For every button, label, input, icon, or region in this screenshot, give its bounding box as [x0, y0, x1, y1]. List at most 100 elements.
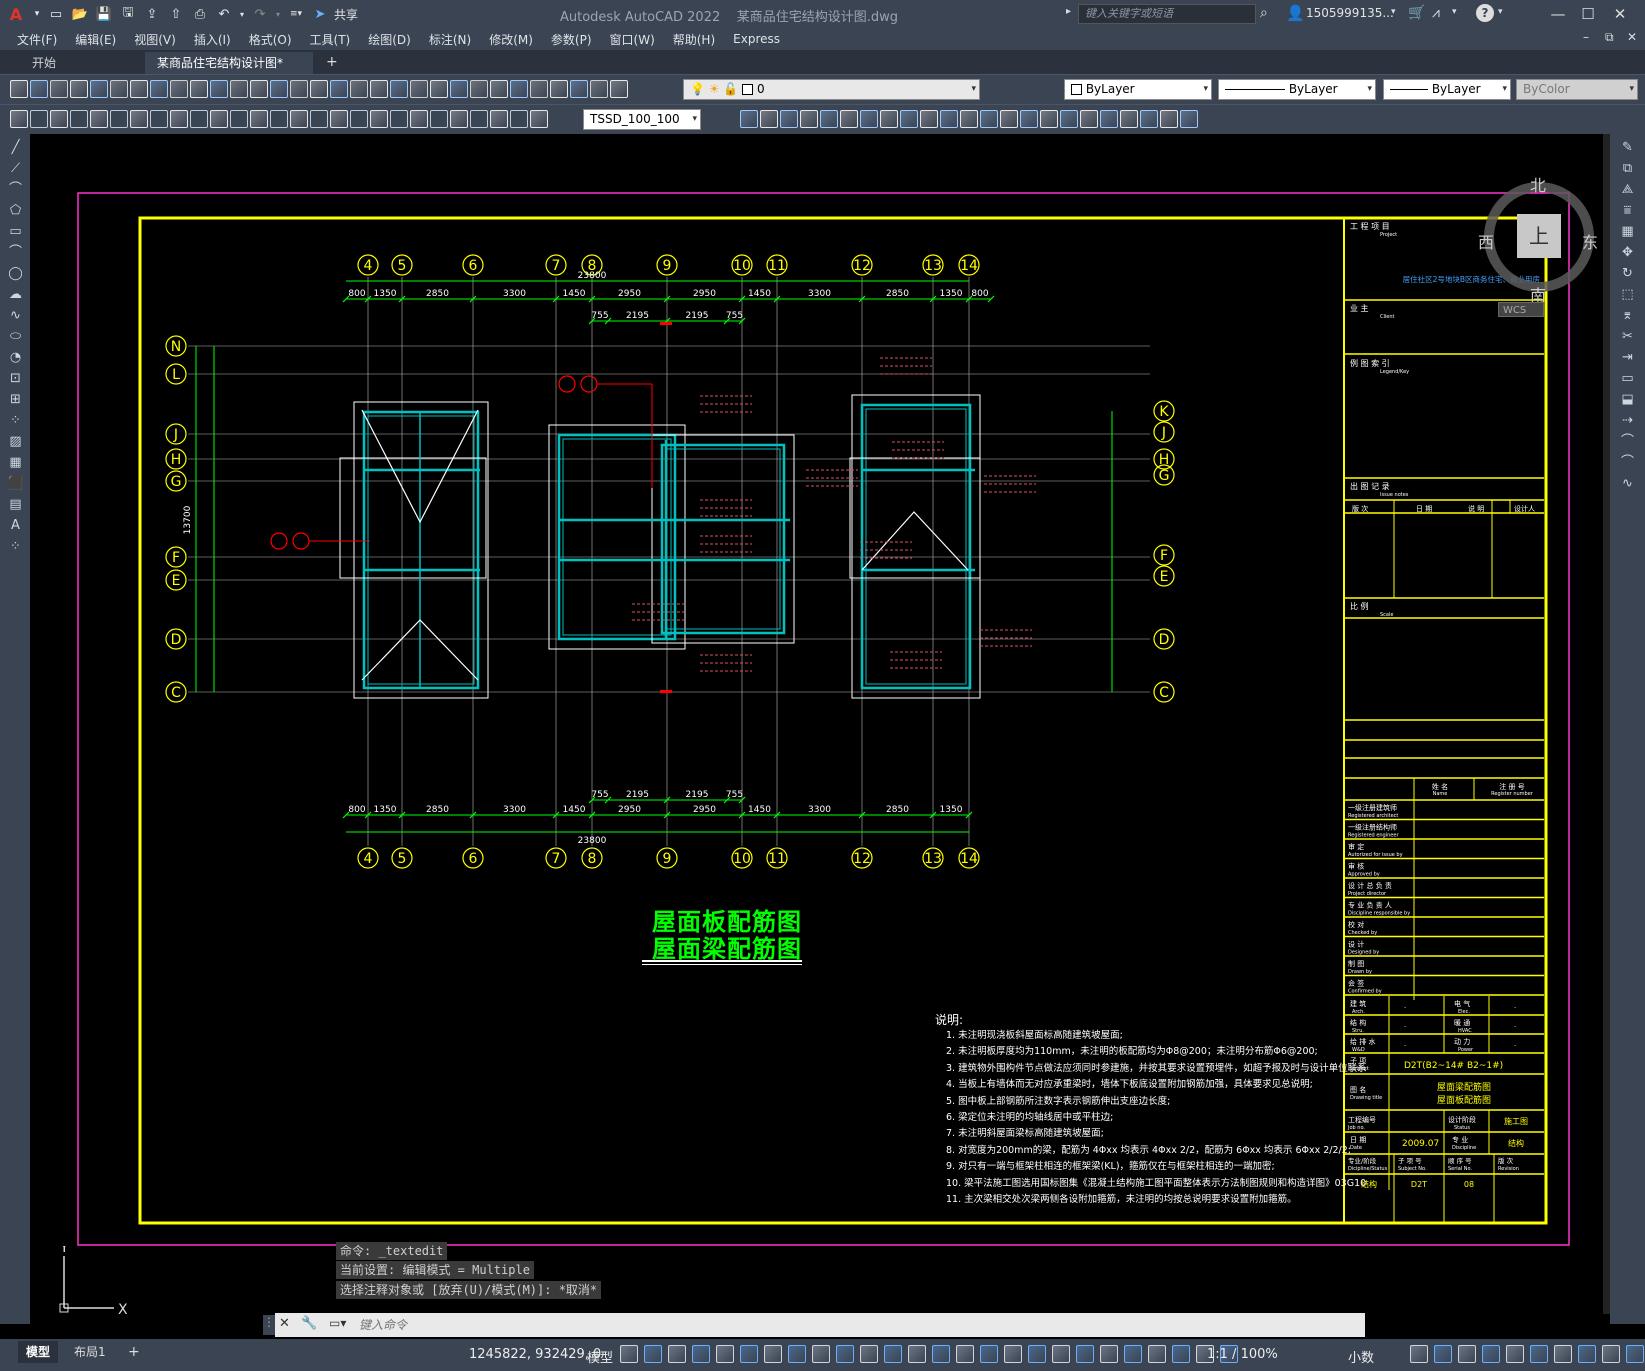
wcs-button[interactable]: WCS: [1498, 302, 1544, 317]
help-icon[interactable]: ?: [1476, 4, 1494, 22]
dimension-tool-icon[interactable]: [490, 110, 508, 128]
status-tool-icon[interactable]: [740, 1345, 758, 1363]
standard-tool-icon[interactable]: [470, 80, 488, 98]
tab-model[interactable]: 模型: [18, 1341, 59, 1363]
status-tool-icon[interactable]: [860, 1345, 878, 1363]
dimension-tool-icon[interactable]: [110, 110, 128, 128]
dimension-tool-icon[interactable]: [70, 110, 88, 128]
customize-qa-icon[interactable]: ≡▾: [286, 5, 306, 23]
modify-tool-icon[interactable]: [1080, 110, 1098, 128]
standard-tool-icon[interactable]: [410, 80, 428, 98]
draw-tool-icon[interactable]: ⬠: [7, 203, 24, 219]
status-tool-icon[interactable]: [620, 1345, 638, 1363]
doc-restore-icon[interactable]: ⧉: [1605, 30, 1614, 45]
dimension-tool-icon[interactable]: [330, 110, 348, 128]
status-tool-icon[interactable]: [1028, 1345, 1046, 1363]
menu-parametric[interactable]: 参数(P): [551, 31, 592, 48]
status-tool-icon[interactable]: [1506, 1345, 1524, 1363]
standard-tool-icon[interactable]: [590, 80, 608, 98]
modify-tool-icon[interactable]: [840, 110, 858, 128]
menu-express[interactable]: Express: [733, 32, 780, 46]
modify-tool-icon[interactable]: [1040, 110, 1058, 128]
coordinates-readout[interactable]: 1245822, 932429, 0: [469, 1347, 601, 1362]
status-tool-icon[interactable]: [1052, 1345, 1070, 1363]
publish-icon[interactable]: ⇧: [166, 5, 186, 23]
vertical-scrollbar[interactable]: [1603, 134, 1610, 1314]
status-tool-icon[interactable]: [1172, 1345, 1190, 1363]
standard-tool-icon[interactable]: [90, 80, 108, 98]
new-tab-button[interactable]: +: [326, 54, 338, 70]
dimension-tool-icon[interactable]: [90, 110, 108, 128]
redo-icon[interactable]: ↷: [250, 5, 270, 23]
dimension-tool-icon[interactable]: [230, 110, 248, 128]
status-tool-icon[interactable]: [956, 1345, 974, 1363]
modify-tool-icon[interactable]: [1160, 110, 1178, 128]
undo-icon[interactable]: ↶: [214, 5, 234, 23]
standard-tool-icon[interactable]: [570, 80, 588, 98]
menu-format[interactable]: 格式(O): [249, 31, 292, 48]
draw-tool-icon[interactable]: ▭: [7, 224, 24, 240]
linetype-combo[interactable]: ByLayer ▾: [1218, 79, 1376, 100]
modify-tool-icon[interactable]: [740, 110, 758, 128]
modify-tool-icon[interactable]: [1140, 110, 1158, 128]
status-tool-icon[interactable]: [884, 1345, 902, 1363]
modify-tool-icon[interactable]: ⧉: [1619, 161, 1636, 177]
status-tool-icon[interactable]: [1626, 1345, 1644, 1363]
draw-tool-icon[interactable]: ╱: [7, 140, 24, 156]
standard-tool-icon[interactable]: [330, 80, 348, 98]
dimension-tool-icon[interactable]: [430, 110, 448, 128]
dimension-tool-icon[interactable]: [270, 110, 288, 128]
menu-file[interactable]: 文件(F): [17, 31, 57, 48]
standard-tool-icon[interactable]: [50, 80, 68, 98]
dimension-tool-icon[interactable]: [510, 110, 528, 128]
units-label[interactable]: 小数: [1348, 1347, 1374, 1366]
standard-tool-icon[interactable]: [150, 80, 168, 98]
dimension-tool-icon[interactable]: [30, 110, 48, 128]
modify-tool-icon[interactable]: ↻: [1619, 266, 1636, 282]
save-icon[interactable]: 💾: [94, 5, 114, 23]
draw-tool-icon[interactable]: ▦: [7, 455, 24, 471]
menu-modify[interactable]: 修改(M): [489, 31, 533, 48]
tab-drawing[interactable]: 某商品住宅结构设计图* ✕: [145, 52, 313, 92]
dimension-tool-icon[interactable]: [350, 110, 368, 128]
dimension-tool-icon[interactable]: [210, 110, 228, 128]
modify-tool-icon[interactable]: [1060, 110, 1078, 128]
viewcube[interactable]: 上 北 南 东 西: [1474, 164, 1604, 305]
app-menu-arrow-icon[interactable]: ▾: [32, 5, 42, 23]
status-tool-icon[interactable]: [764, 1345, 782, 1363]
help-dropdown-icon[interactable]: ▾: [1498, 7, 1503, 17]
tab-layout1[interactable]: 布局1: [66, 1341, 114, 1363]
menu-window[interactable]: 窗口(W): [610, 31, 655, 48]
status-tool-icon[interactable]: [932, 1345, 950, 1363]
modify-tool-icon[interactable]: [920, 110, 938, 128]
save-as-icon[interactable]: 🖫: [118, 5, 138, 23]
status-tool-icon[interactable]: [1004, 1345, 1022, 1363]
status-tool-icon[interactable]: [788, 1345, 806, 1363]
modify-tool-icon[interactable]: [760, 110, 778, 128]
status-tool-icon[interactable]: [1076, 1345, 1094, 1363]
cmd-grip-icon[interactable]: ⋮: [263, 1315, 275, 1335]
app-logo[interactable]: A: [4, 5, 28, 24]
search-input[interactable]: 键入关键字或短语: [1078, 4, 1256, 24]
modify-tool-icon[interactable]: ∿: [1619, 476, 1636, 492]
menu-help[interactable]: 帮助(H): [673, 31, 715, 48]
menu-view[interactable]: 视图(V): [134, 31, 176, 48]
close-icon[interactable]: ✕: [1605, 3, 1635, 25]
dimension-tool-icon[interactable]: [370, 110, 388, 128]
dimension-tool-icon[interactable]: [450, 110, 468, 128]
plotstyle-combo[interactable]: ByColor ▾: [1516, 79, 1638, 100]
dimension-tool-icon[interactable]: [190, 110, 208, 128]
draw-tool-icon[interactable]: ◯: [7, 266, 24, 282]
modify-tool-icon[interactable]: [880, 110, 898, 128]
user-dropdown-icon[interactable]: ▾: [1391, 7, 1396, 17]
color-combo[interactable]: ByLayer ▾: [1064, 79, 1212, 100]
menu-draw[interactable]: 绘图(D): [368, 31, 411, 48]
minimize-icon[interactable]: —: [1543, 3, 1573, 25]
redo-dropdown-icon[interactable]: ▾: [274, 5, 282, 23]
search-expand-icon[interactable]: ▸: [1066, 6, 1071, 17]
status-tool-icon[interactable]: [1482, 1345, 1500, 1363]
standard-tool-icon[interactable]: [270, 80, 288, 98]
maximize-icon[interactable]: ☐: [1573, 3, 1603, 25]
viewcube-west[interactable]: 西: [1478, 229, 1494, 253]
autodesk-app-dropdown-icon[interactable]: ▾: [1452, 7, 1457, 17]
